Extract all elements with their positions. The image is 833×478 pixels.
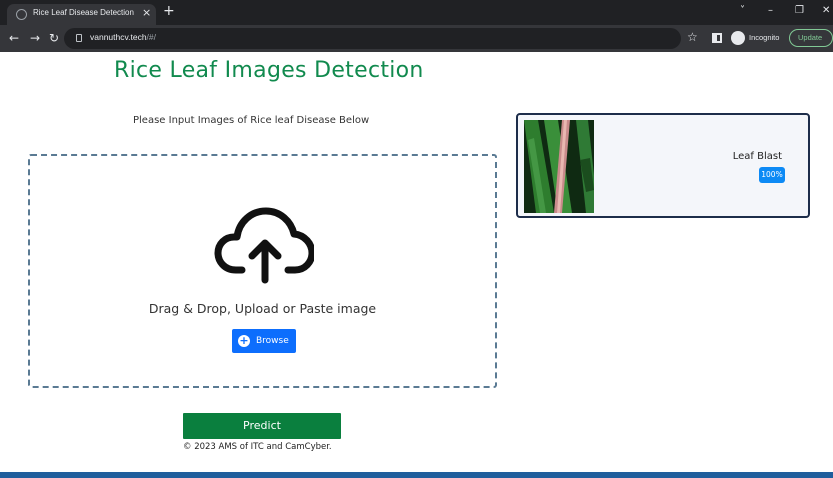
- browser-tab-bar: Rice Leaf Disease Detection × + ˅ – ❐ ✕: [0, 0, 833, 25]
- browse-label: Browse: [256, 336, 289, 346]
- dropzone-text: Drag & Drop, Upload or Paste image: [148, 301, 377, 316]
- incognito-icon: [731, 31, 745, 45]
- address-bar[interactable]: vannuthcv.tech/#/: [64, 28, 681, 49]
- back-icon[interactable]: ←: [9, 31, 19, 45]
- reload-icon[interactable]: ↻: [49, 31, 59, 45]
- forward-icon[interactable]: →: [30, 31, 40, 45]
- incognito-label: Incognito: [749, 33, 780, 42]
- bookmark-star-icon[interactable]: ☆: [687, 29, 698, 45]
- cloud-upload-icon: [214, 207, 314, 284]
- bottom-bar: [0, 472, 833, 478]
- tab-close-icon[interactable]: ×: [142, 6, 151, 20]
- tab-title: Rice Leaf Disease Detection: [33, 8, 134, 17]
- url-text: vannuthcv.tech/#/: [90, 32, 156, 42]
- restore-icon[interactable]: ❐: [795, 4, 804, 18]
- confidence-badge: 100%: [759, 167, 785, 183]
- image-dropzone[interactable]: Drag & Drop, Upload or Paste image + Bro…: [28, 154, 497, 388]
- predict-button[interactable]: Predict: [183, 413, 341, 439]
- browser-toolbar: ← → ↻ vannuthcv.tech/#/ ☆ Incognito Upda…: [0, 25, 833, 52]
- result-card: Leaf Blast 100%: [516, 113, 810, 218]
- minimize-icon[interactable]: –: [768, 4, 773, 18]
- tab-search-icon[interactable]: ˅: [740, 4, 745, 18]
- rice-leaf-thumbnail: [524, 120, 594, 213]
- browse-button[interactable]: + Browse: [232, 329, 296, 353]
- browser-tab[interactable]: Rice Leaf Disease Detection ×: [7, 4, 156, 25]
- update-button[interactable]: Update: [789, 29, 833, 47]
- new-tab-icon[interactable]: +: [163, 3, 175, 19]
- page-title: Rice Leaf Images Detection: [114, 58, 424, 83]
- disease-label: Leaf Blast: [732, 151, 782, 162]
- favicon-icon: [16, 9, 27, 20]
- lock-icon: [76, 34, 82, 42]
- copyright-text: © 2023 AMS of ITC and CamCyber.: [183, 442, 332, 452]
- side-panel-icon[interactable]: [712, 33, 722, 43]
- close-window-icon[interactable]: ✕: [822, 4, 830, 18]
- plus-icon: +: [238, 334, 250, 347]
- upload-instruction: Please Input Images of Rice leaf Disease…: [133, 115, 370, 126]
